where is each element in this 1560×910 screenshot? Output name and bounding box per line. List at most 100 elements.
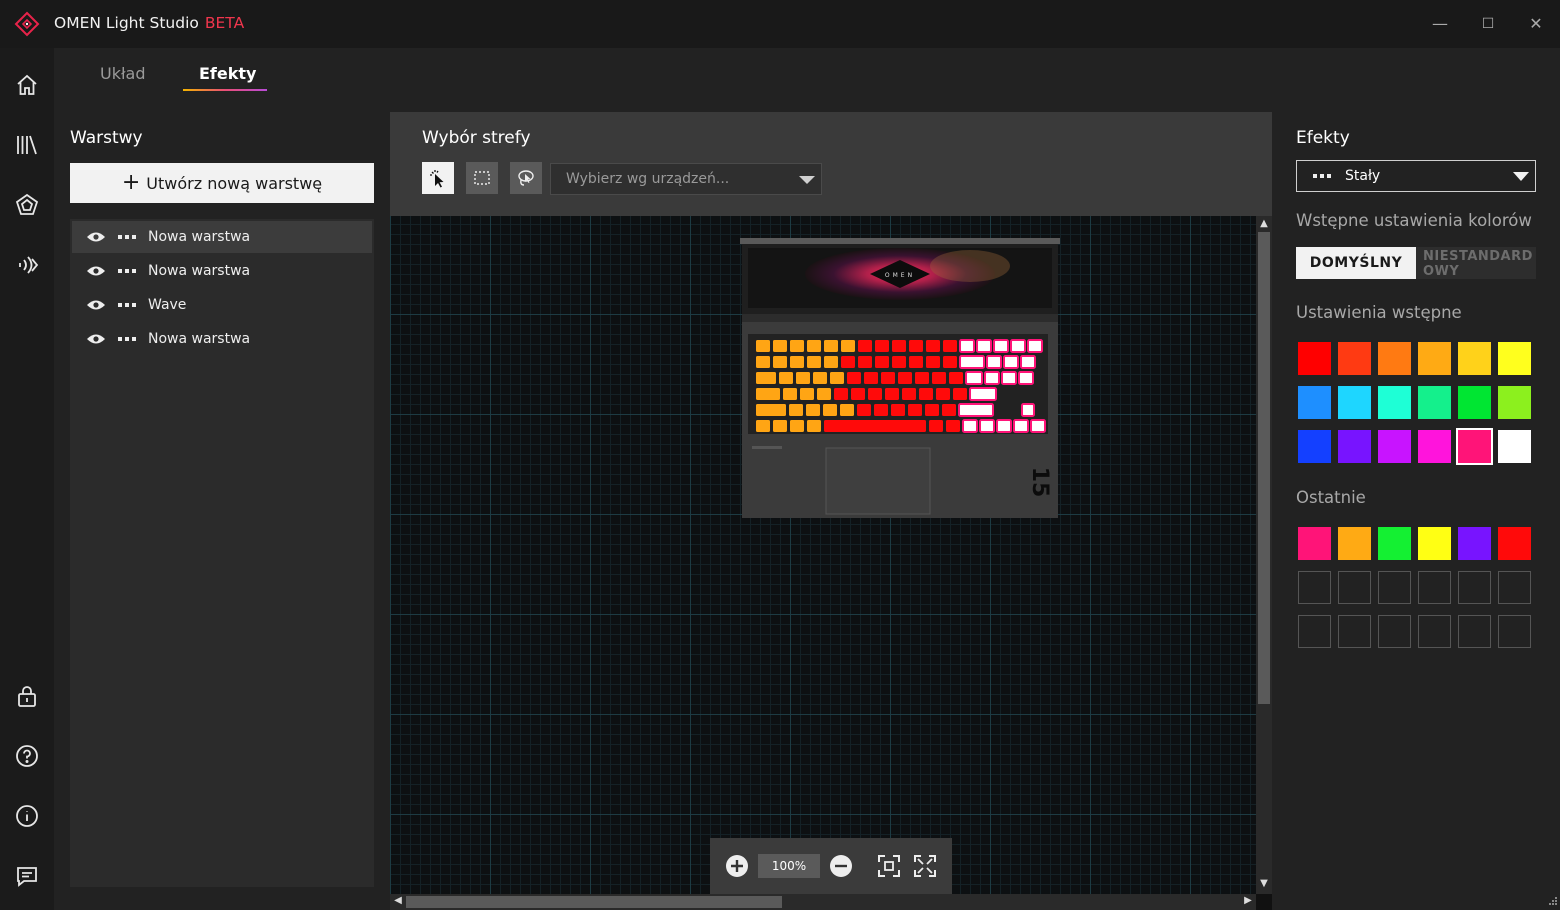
layer-item[interactable]: Nowa warstwa [72,221,372,253]
keyboard-key[interactable] [902,388,916,400]
keyboard-key[interactable] [885,388,899,400]
keyboard-key[interactable] [840,404,854,416]
keyboard-key[interactable] [942,404,956,416]
horizontal-scroll-thumb[interactable] [406,896,782,908]
keyboard-key[interactable] [756,356,770,368]
keyboard-key[interactable] [949,372,963,384]
help-icon[interactable] [12,741,42,771]
empty-color-slot[interactable] [1418,615,1451,648]
keyboard-key[interactable] [959,339,975,353]
keyboard-key[interactable] [959,355,985,369]
keyboard-key[interactable] [979,419,995,433]
vertical-scrollbar[interactable]: ▲ ▼ [1256,216,1272,894]
empty-color-slot[interactable] [1298,615,1331,648]
lasso-select-tool[interactable] [510,162,542,194]
create-layer-button[interactable]: + Utwórz nową warstwę [70,163,374,203]
keyboard-key[interactable] [824,340,838,352]
scroll-right-icon[interactable]: ▶ [1240,895,1256,906]
color-swatch[interactable] [1418,342,1451,375]
audio-wave-icon[interactable] [12,250,42,280]
keyboard-key[interactable] [807,356,821,368]
lock-icon[interactable] [12,681,42,711]
library-icon[interactable] [12,130,42,160]
recent-color-swatch[interactable] [1298,527,1331,560]
fullscreen-button[interactable] [912,853,938,879]
more-options-icon[interactable] [118,268,138,274]
vertical-scroll-thumb[interactable] [1258,232,1270,704]
horizontal-scrollbar[interactable]: ◀ ▶ [390,894,1256,910]
empty-color-slot[interactable] [1338,571,1371,604]
color-swatch[interactable] [1298,342,1331,375]
rectangle-select-tool[interactable] [466,162,498,194]
keyboard-key[interactable] [858,340,872,352]
recent-color-swatch[interactable] [1418,527,1451,560]
keyboard-key[interactable] [756,420,770,432]
zoom-out-button[interactable] [828,853,854,879]
keyboard-key[interactable] [891,404,905,416]
keyboard-key[interactable] [1010,339,1026,353]
feedback-icon[interactable] [12,861,42,891]
eye-icon[interactable] [86,299,106,311]
resize-grip-icon[interactable] [1546,896,1558,908]
empty-color-slot[interactable] [1418,571,1451,604]
keyboard-key[interactable] [756,340,770,352]
eye-icon[interactable] [86,265,106,277]
home-icon[interactable] [12,70,42,100]
keyboard-key[interactable] [1001,371,1017,385]
keyboard-key[interactable] [1027,339,1043,353]
keyboard-key[interactable] [756,388,780,400]
close-button[interactable]: ✕ [1524,12,1548,36]
effect-select[interactable]: Stały [1296,160,1536,192]
color-swatch[interactable] [1458,386,1491,419]
keyboard-key[interactable] [841,356,855,368]
keyboard-key[interactable] [834,388,848,400]
recent-color-swatch[interactable] [1338,527,1371,560]
keyboard-key[interactable] [796,372,810,384]
keyboard-key[interactable] [875,356,889,368]
keyboard-key[interactable] [943,340,957,352]
keyboard-key[interactable] [965,371,983,385]
keyboard-key[interactable] [874,404,888,416]
keyboard-key[interactable] [969,387,997,401]
more-options-icon[interactable] [118,336,138,342]
color-swatch[interactable] [1338,342,1371,375]
layer-item[interactable]: Nowa warstwa [72,255,372,287]
keyboard-key[interactable] [1020,355,1036,369]
keyboard-key[interactable] [1021,403,1035,417]
keyboard-key[interactable] [773,356,787,368]
keyboard-key[interactable] [790,420,804,432]
minimize-button[interactable]: — [1428,12,1452,36]
keyboard-key[interactable] [996,419,1012,433]
keyboard-key[interactable] [926,340,940,352]
keyboard-key[interactable] [773,340,787,352]
empty-color-slot[interactable] [1458,615,1491,648]
keyboard-key[interactable] [932,372,946,384]
keyboard-key[interactable] [915,372,929,384]
keyboard-key[interactable] [1013,419,1029,433]
recent-color-swatch[interactable] [1458,527,1491,560]
fit-to-screen-button[interactable] [876,853,902,879]
keyboard-key[interactable] [1030,419,1046,433]
empty-color-slot[interactable] [1458,571,1491,604]
keyboard-key[interactable] [807,340,821,352]
more-options-icon[interactable] [118,234,138,240]
color-swatch[interactable] [1418,430,1451,463]
more-options-icon[interactable] [118,302,138,308]
color-swatch[interactable] [1338,430,1371,463]
keyboard-key[interactable] [993,339,1009,353]
color-swatch[interactable] [1418,386,1451,419]
keyboard-key[interactable] [813,372,827,384]
empty-color-slot[interactable] [1298,571,1331,604]
keyboard-key[interactable] [841,340,855,352]
keyboard-key[interactable] [925,404,939,416]
empty-color-slot[interactable] [1498,615,1531,648]
color-swatch[interactable] [1456,428,1493,465]
keyboard-key[interactable] [881,372,895,384]
color-swatch[interactable] [1338,386,1371,419]
keyboard-key[interactable] [919,388,933,400]
zone-canvas[interactable]: OMEN 15 [390,216,1256,894]
keyboard-key[interactable] [789,404,803,416]
keyboard-key[interactable] [858,356,872,368]
keyboard-key[interactable] [779,372,793,384]
keyboard-key[interactable] [756,404,786,416]
